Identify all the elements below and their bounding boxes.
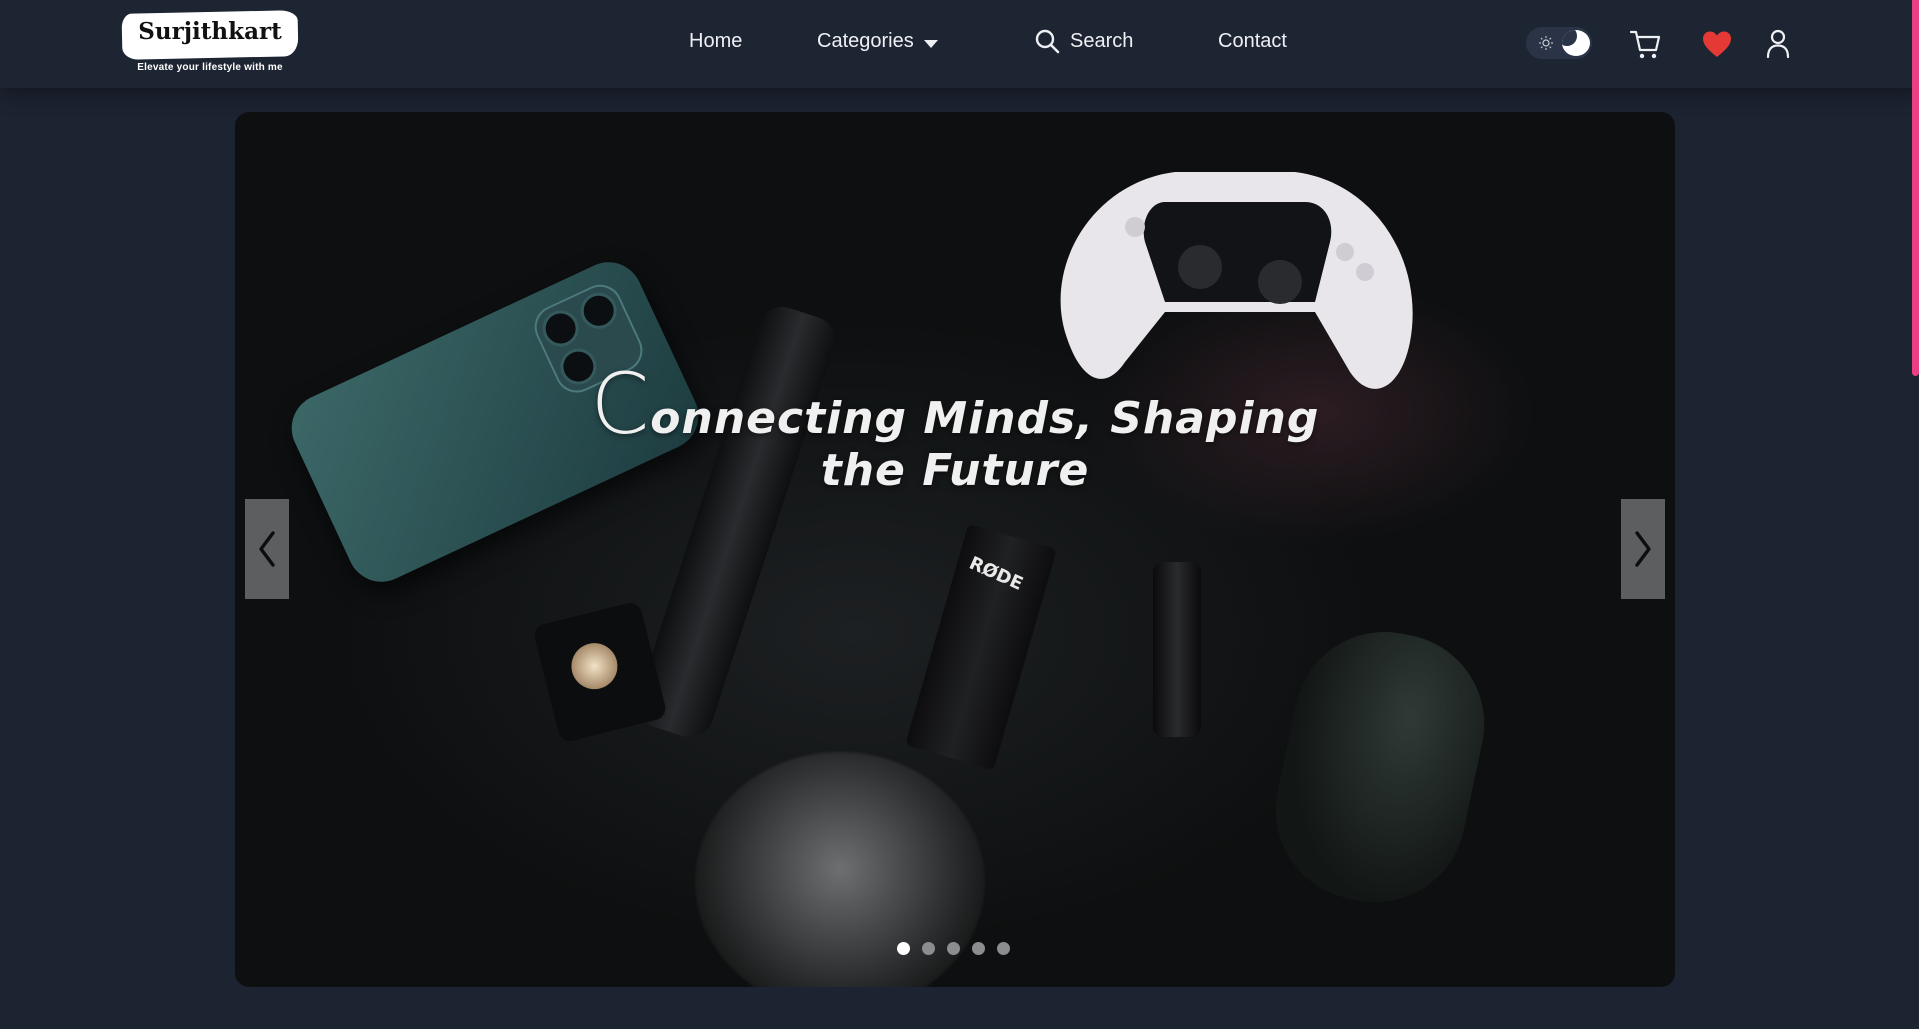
- carousel-dot[interactable]: [897, 942, 910, 955]
- hero-title-rest: onnecting Minds, Shaping the Future: [650, 393, 1320, 496]
- game-controller-image: [1060, 172, 1413, 389]
- theme-toggle[interactable]: [1526, 27, 1592, 59]
- nav-home-label: Home: [689, 30, 743, 52]
- brand-tagline: Elevate your lifestyle with me: [137, 62, 283, 73]
- brand-name: Surjithkart: [138, 18, 282, 45]
- moon-icon: [1562, 30, 1590, 56]
- cart-button[interactable]: [1628, 26, 1664, 62]
- hero-title: Connecting Minds, Shaping the Future: [565, 362, 1345, 497]
- user-icon: [1766, 29, 1790, 59]
- product-label: RØDE: [965, 552, 1026, 595]
- carousel-dot[interactable]: [922, 942, 935, 955]
- carousel-prev-button[interactable]: [245, 499, 289, 599]
- carousel-dot[interactable]: [972, 942, 985, 955]
- nav-search-label: Search: [1070, 29, 1134, 52]
- wishlist-button[interactable]: [1699, 26, 1735, 62]
- microphone-image: RØDE: [905, 523, 1057, 771]
- sun-icon: [1539, 36, 1553, 50]
- nav-contact-link[interactable]: Contact: [1218, 30, 1287, 53]
- search-icon: [1035, 29, 1060, 54]
- carousel-next-button[interactable]: [1621, 499, 1665, 599]
- nav-categories-label: Categories: [817, 30, 914, 52]
- heart-icon: [1703, 31, 1731, 57]
- brand-logo[interactable]: Surjithkart Elevate your lifestyle with …: [120, 10, 300, 78]
- hero-carousel: RØDE Connecting Minds, Shaping the Futur…: [235, 112, 1675, 987]
- carousel-indicators: [897, 942, 1010, 955]
- cart-icon: [1629, 30, 1661, 59]
- nav-contact-label: Contact: [1218, 30, 1287, 52]
- small-microphone-image: [1153, 562, 1201, 737]
- carousel-dot[interactable]: [947, 942, 960, 955]
- chevron-left-icon: [259, 531, 275, 567]
- chevron-right-icon: [1635, 531, 1651, 567]
- navbar: Surjithkart Elevate your lifestyle with …: [0, 0, 1919, 88]
- chevron-down-icon: [923, 39, 938, 48]
- page: Surjithkart Elevate your lifestyle with …: [0, 0, 1919, 1029]
- nav-home-link[interactable]: Home: [689, 30, 742, 53]
- nav-categories-dropdown[interactable]: Categories: [817, 30, 938, 53]
- account-button[interactable]: [1760, 26, 1796, 62]
- nav-search-link[interactable]: Search: [1034, 28, 1133, 54]
- carousel-dot[interactable]: [997, 942, 1010, 955]
- hero-title-first-letter: C: [590, 355, 651, 453]
- mouse-image: [1259, 615, 1501, 919]
- scroll-progress-indicator: [1912, 0, 1919, 376]
